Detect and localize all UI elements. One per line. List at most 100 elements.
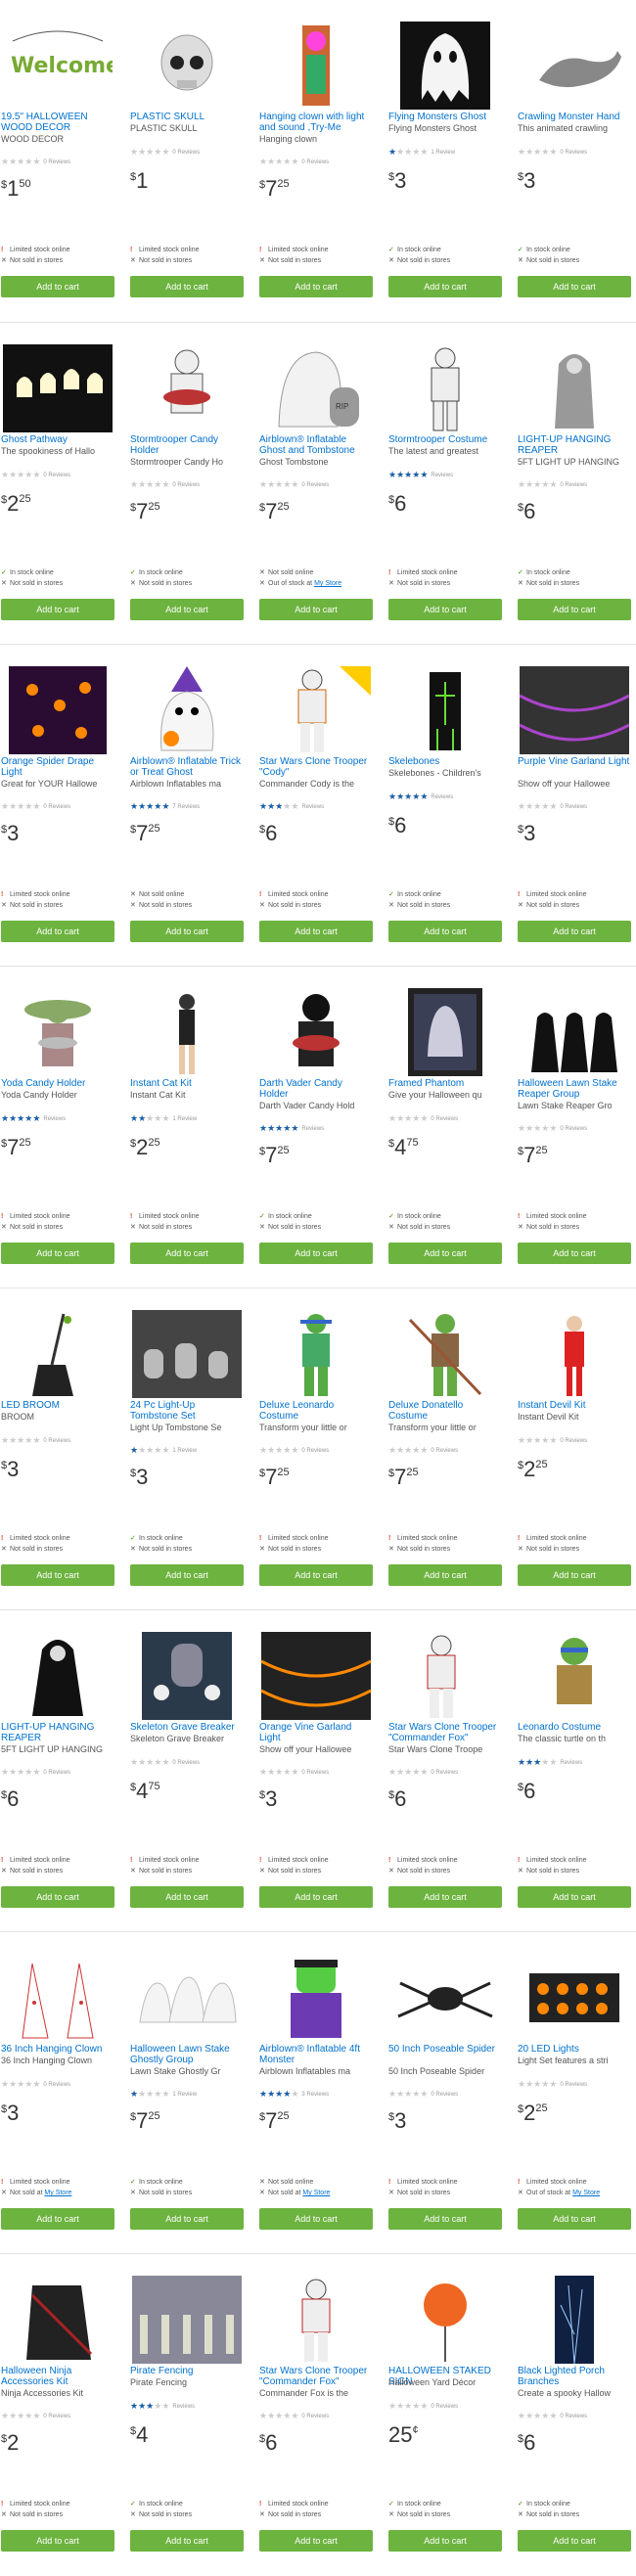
product-title-link[interactable]: 24 Pc Light-Up Tombstone Set — [130, 1400, 244, 1422]
star-rating[interactable]: ★★★★★ 0 Reviews — [518, 1123, 587, 1133]
add-to-cart-button[interactable]: Add to cart — [388, 2208, 502, 2230]
star-rating[interactable]: ★★★★★ 0 Reviews — [518, 801, 587, 811]
product-image[interactable] — [132, 1310, 242, 1398]
star-rating[interactable]: ★★★★★ 0 Reviews — [518, 2079, 587, 2089]
review-count[interactable]: 0 Reviews — [43, 473, 70, 478]
add-to-cart-button[interactable]: Add to cart — [388, 1243, 502, 1264]
review-count[interactable]: 0 Reviews — [172, 482, 200, 488]
review-count[interactable]: 0 Reviews — [301, 482, 329, 488]
product-image[interactable] — [261, 666, 371, 754]
star-rating[interactable]: ★★★★★ 0 Reviews — [518, 2411, 587, 2420]
star-rating[interactable]: ★★★★★ 0 Reviews — [1, 1435, 70, 1445]
review-count[interactable]: 0 Reviews — [301, 159, 329, 165]
product-image[interactable] — [132, 988, 242, 1076]
star-rating[interactable]: ★★★★★ 0 Reviews — [388, 2089, 458, 2099]
add-to-cart-button[interactable]: Add to cart — [388, 2530, 502, 2552]
review-count[interactable]: 0 Reviews — [301, 1448, 329, 1454]
star-rating[interactable]: ★★★★★ 0 Reviews — [388, 1113, 458, 1123]
product-title-link[interactable]: LIGHT-UP HANGING REAPER — [518, 434, 631, 456]
review-count[interactable]: 0 Reviews — [431, 1116, 458, 1122]
product-image[interactable]: Welcome — [3, 22, 113, 110]
review-count[interactable]: 0 Reviews — [560, 150, 587, 156]
product-image[interactable] — [390, 1310, 500, 1398]
add-to-cart-button[interactable]: Add to cart — [1, 599, 114, 620]
add-to-cart-button[interactable]: Add to cart — [259, 2208, 373, 2230]
star-rating[interactable]: ★★★★★ Reviews — [259, 1123, 324, 1133]
review-count[interactable]: 0 Reviews — [43, 1438, 70, 1444]
product-image[interactable] — [132, 1632, 242, 1720]
product-image[interactable]: RIP — [261, 344, 371, 432]
star-rating[interactable]: ★★★★★ Reviews — [1, 1113, 66, 1123]
product-image[interactable] — [520, 666, 629, 754]
star-rating[interactable]: ★★★★★ 1 Review — [388, 147, 455, 157]
product-image[interactable] — [3, 988, 113, 1076]
product-image[interactable] — [3, 1310, 113, 1398]
product-title-link[interactable]: Ghost Pathway — [1, 434, 114, 445]
product-image[interactable] — [3, 2276, 113, 2364]
product-title-link[interactable]: Airblown® Inflatable 4ft Monster — [259, 2044, 373, 2065]
add-to-cart-button[interactable]: Add to cart — [130, 1243, 244, 1264]
product-image[interactable] — [520, 2276, 629, 2364]
add-to-cart-button[interactable]: Add to cart — [130, 921, 244, 942]
review-count[interactable]: 3 Reviews — [301, 2092, 329, 2098]
star-rating[interactable]: ★★★★★ 0 Reviews — [259, 1445, 329, 1455]
review-count[interactable]: 0 Reviews — [43, 2414, 70, 2419]
review-count[interactable]: Reviews — [301, 804, 324, 810]
product-title-link[interactable]: 50 Inch Poseable Spider — [388, 2044, 502, 2055]
review-count[interactable]: 0 Reviews — [560, 804, 587, 810]
my-store-link[interactable]: My Store — [314, 580, 341, 587]
review-count[interactable]: 0 Reviews — [560, 482, 587, 488]
product-title-link[interactable]: LED BROOM — [1, 1400, 114, 1411]
product-title-link[interactable]: Halloween Lawn Stake Reaper Group — [518, 1078, 631, 1100]
product-image[interactable] — [390, 2276, 500, 2364]
add-to-cart-button[interactable]: Add to cart — [130, 1886, 244, 1908]
product-title-link[interactable]: Deluxe Donatello Costume — [388, 1400, 502, 1422]
product-image[interactable] — [261, 1632, 371, 1720]
product-title-link[interactable]: Stormtrooper Costume — [388, 434, 502, 445]
product-title-link[interactable]: Deluxe Leonardo Costume — [259, 1400, 373, 1422]
add-to-cart-button[interactable]: Add to cart — [259, 276, 373, 297]
product-image[interactable] — [132, 2276, 242, 2364]
review-count[interactable]: Reviews — [43, 1116, 66, 1122]
my-store-link[interactable]: My Store — [302, 2190, 330, 2196]
product-title-link[interactable]: Airblown® Inflatable Ghost and Tombstone — [259, 434, 373, 456]
star-rating[interactable]: ★★★★★ 0 Reviews — [1, 2079, 70, 2089]
star-rating[interactable]: ★★★★★ 0 Reviews — [259, 2411, 329, 2420]
add-to-cart-button[interactable]: Add to cart — [518, 1886, 631, 1908]
product-image[interactable] — [261, 2276, 371, 2364]
add-to-cart-button[interactable]: Add to cart — [130, 2208, 244, 2230]
star-rating[interactable]: ★★★★★ Reviews — [388, 791, 453, 801]
product-title-link[interactable]: Orange Vine Garland Light — [259, 1722, 373, 1743]
add-to-cart-button[interactable]: Add to cart — [259, 2530, 373, 2552]
review-count[interactable]: 0 Reviews — [301, 2414, 329, 2419]
star-rating[interactable]: ★★★★★ 0 Reviews — [259, 157, 329, 166]
review-count[interactable]: 1 Review — [172, 1448, 197, 1454]
product-title-link[interactable]: Instant Devil Kit — [518, 1400, 631, 1411]
add-to-cart-button[interactable]: Add to cart — [259, 1243, 373, 1264]
star-rating[interactable]: ★★★★★ 0 Reviews — [130, 479, 200, 489]
product-image[interactable] — [390, 1954, 500, 2042]
product-image[interactable] — [132, 666, 242, 754]
add-to-cart-button[interactable]: Add to cart — [130, 599, 244, 620]
product-title-link[interactable]: Halloween Lawn Stake Ghostly Group — [130, 2044, 244, 2065]
product-title-link[interactable]: 36 Inch Hanging Clown — [1, 2044, 114, 2055]
product-image[interactable] — [520, 988, 629, 1076]
product-image[interactable] — [390, 1632, 500, 1720]
star-rating[interactable]: ★★★★★ 7 Reviews — [130, 801, 200, 811]
product-image[interactable] — [520, 1954, 629, 2042]
add-to-cart-button[interactable]: Add to cart — [388, 1564, 502, 1586]
product-title-link[interactable]: Stormtrooper Candy Holder — [130, 434, 244, 456]
star-rating[interactable]: ★★★★★ Reviews — [130, 2401, 195, 2411]
add-to-cart-button[interactable]: Add to cart — [1, 1564, 114, 1586]
review-count[interactable]: 0 Reviews — [43, 2082, 70, 2088]
product-title-link[interactable]: Halloween Ninja Accessories Kit — [1, 2366, 114, 2387]
star-rating[interactable]: ★★★★★ 1 Review — [130, 1445, 197, 1455]
product-title-link[interactable]: Skeleton Grave Breaker — [130, 1722, 244, 1733]
product-image[interactable] — [3, 344, 113, 432]
product-title-link[interactable]: 20 LED Lights — [518, 2044, 631, 2055]
add-to-cart-button[interactable]: Add to cart — [259, 599, 373, 620]
star-rating[interactable]: ★★★★★ 0 Reviews — [518, 479, 587, 489]
product-title-link[interactable]: Leonardo Costume — [518, 1722, 631, 1733]
add-to-cart-button[interactable]: Add to cart — [388, 276, 502, 297]
review-count[interactable]: 0 Reviews — [172, 1760, 200, 1766]
